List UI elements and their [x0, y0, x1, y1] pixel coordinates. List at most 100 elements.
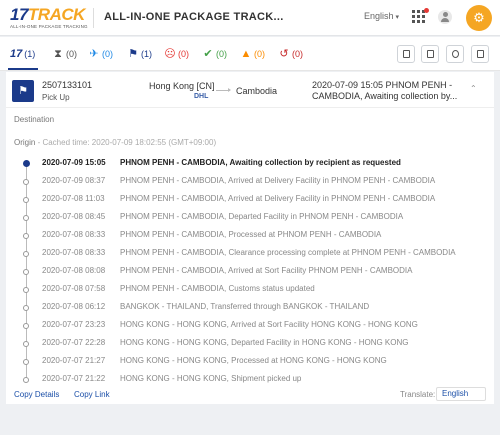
timeline-dot [23, 215, 29, 221]
translate-label: Translate: [400, 390, 436, 399]
app-title: ALL-IN-ONE PACKAGE TRACK... [104, 11, 284, 23]
timeline-dot [23, 179, 29, 185]
timeline-event: 2020-07-07 21:27 HONG KONG - HONG KONG, P… [6, 354, 494, 372]
event-description: BANGKOK - THAILAND, Transferred through … [120, 302, 370, 311]
event-description: PHNOM PENH - CAMBODIA, Clearance process… [120, 248, 456, 257]
event-time: 2020-07-07 23:23 [42, 320, 106, 329]
copy-details-link[interactable]: Copy Details [14, 390, 59, 399]
logo-text: 17TRACK [10, 5, 85, 24]
language-select[interactable]: English ▾ [364, 11, 399, 21]
timeline-event: 2020-07-08 08:33 PHNOM PENH - CAMBODIA, P… [6, 228, 494, 246]
package-card: ⚑ 2507133101 Pick Up Hong Kong [CN] DHL … [6, 72, 494, 404]
translate-value: English [442, 389, 469, 398]
timeline-event: 2020-07-08 08:08 PHNOM PENH - CAMBODIA, A… [6, 264, 494, 282]
top-bar: 17TRACK ALL-IN-ONE PACKAGE TRACKING ALL-… [0, 0, 500, 36]
origin-info: Origin - Cached time: 2020-07-09 18:02:5… [14, 138, 216, 147]
timeline-event: 2020-07-07 23:23 HONG KONG - HONG KONG, A… [6, 318, 494, 336]
chevron-down-icon: ▾ [395, 14, 400, 21]
origin-country: Hong Kong [CN] [149, 81, 215, 91]
filter-alert[interactable]: ▲ (0) [240, 47, 265, 61]
expand-icon [477, 50, 484, 58]
translate-select[interactable]: English [436, 387, 486, 401]
extension-icon[interactable]: ⚙ [466, 5, 492, 31]
tracking-number[interactable]: 2507133101 [42, 80, 92, 90]
timeline-event: 2020-07-09 08:37 PHNOM PENH - CAMBODIA, A… [6, 174, 494, 192]
filter-not-found[interactable]: ⧗ (0) [52, 47, 77, 61]
timeline-event: 2020-07-08 08:45 PHNOM PENH - CAMBODIA, D… [6, 210, 494, 228]
filter-all[interactable]: 17 (1) [10, 47, 35, 61]
timeline-dot [23, 269, 29, 275]
timeline-event: 2020-07-08 07:58 PHNOM PENH - CAMBODIA, C… [6, 282, 494, 300]
filter-count: (1) [24, 49, 36, 59]
timeline-event: 2020-07-08 08:33 PHNOM PENH - CAMBODIA, C… [6, 246, 494, 264]
user-icon[interactable] [438, 10, 452, 24]
destination-tab[interactable]: Destination [14, 115, 54, 124]
filter-delivered[interactable]: ✔ (0) [202, 47, 227, 61]
event-time: 2020-07-07 21:22 [42, 374, 106, 383]
timeline-dot [23, 341, 29, 347]
refresh-icon [452, 50, 459, 58]
history-icon: ↺ [279, 48, 289, 60]
event-description: PHNOM PENH - CAMBODIA, Processed at PHNO… [120, 230, 382, 239]
timeline-dot [23, 305, 29, 311]
expand-button[interactable] [471, 45, 489, 63]
check-icon: ✔ [203, 48, 213, 60]
event-time: 2020-07-08 11:03 [42, 194, 105, 203]
event-time: 2020-07-08 08:33 [42, 248, 106, 257]
timeline-dot [23, 377, 29, 383]
warning-icon: ▲ [240, 48, 252, 60]
copy-link-link[interactable]: Copy Link [74, 390, 110, 399]
timeline-event: 2020-07-09 15:05 PHNOM PENH - CAMBODIA, A… [6, 156, 494, 174]
copy-icon [403, 50, 410, 58]
card-footer: Copy Details Copy Link Translate: Englis… [6, 386, 494, 404]
event-time: 2020-07-09 08:37 [42, 176, 106, 185]
flag-icon: ⚑ [128, 48, 138, 60]
logo[interactable]: 17TRACK ALL-IN-ONE PACKAGE TRACKING [10, 6, 88, 32]
event-description: PHNOM PENH - CAMBODIA, Awaiting collecti… [120, 158, 401, 167]
filter-expired[interactable]: ↺ (0) [278, 47, 303, 61]
event-time: 2020-07-08 08:45 [42, 212, 106, 221]
event-description: PHNOM PENH - CAMBODIA, Arrived at Delive… [120, 194, 436, 203]
timeline-event: 2020-07-08 11:03 PHNOM PENH - CAMBODIA, A… [6, 192, 494, 210]
pick-up-flag-icon: ⚑ [12, 80, 34, 102]
language-label: English [364, 11, 394, 21]
timeline-dot [23, 251, 29, 257]
latest-event: 2020-07-09 15:05 PHNOM PENH - CAMBODIA, … [312, 80, 462, 102]
active-tab-indicator [8, 68, 38, 70]
hourglass-icon: ⧗ [54, 48, 62, 60]
filter-undelivered[interactable]: ☹ (0) [164, 47, 189, 61]
event-description: HONG KONG - HONG KONG, Shipment picked u… [120, 374, 302, 383]
event-description: PHNOM PENH - CAMBODIA, Customs status up… [120, 284, 315, 293]
event-time: 2020-07-08 08:08 [42, 266, 106, 275]
refresh-button[interactable] [446, 45, 464, 63]
all-icon: 17 [10, 48, 23, 60]
timeline-dot [23, 287, 29, 293]
collapse-toggle-icon[interactable]: ⌃ [470, 84, 477, 93]
timeline-event: 2020-07-07 22:28 HONG KONG - HONG KONG, D… [6, 336, 494, 354]
filter-pick-up[interactable]: ⚑ (1) [127, 47, 152, 61]
notification-dot [424, 8, 429, 13]
timeline-dot [23, 197, 29, 203]
origin-tab[interactable]: Origin [14, 138, 35, 147]
sad-face-icon: ☹ [164, 48, 176, 60]
route-arrow-icon [216, 88, 231, 92]
event-time: 2020-07-08 08:33 [42, 230, 106, 239]
package-summary-row[interactable]: ⚑ 2507133101 Pick Up Hong Kong [CN] DHL … [6, 72, 494, 108]
cached-time: - Cached time: 2020-07-09 18:02:55 (GMT+… [35, 138, 217, 147]
destination-country: Cambodia [236, 86, 278, 96]
event-description: HONG KONG - HONG KONG, Arrived at Sort F… [120, 320, 418, 329]
filter-count: (0) [178, 49, 189, 59]
copy-button[interactable] [397, 45, 415, 63]
filter-count: (1) [141, 49, 152, 59]
event-time: 2020-07-07 21:27 [42, 356, 106, 365]
timeline-dot-current [23, 160, 30, 167]
duplicate-icon [427, 50, 434, 58]
carrier-name[interactable]: DHL [194, 93, 208, 100]
event-description: HONG KONG - HONG KONG, Processed at HONG… [120, 356, 387, 365]
status-filter-bar: 17 (1) ⧗ (0) ✈ (0) ⚑ (1) ☹ (0) ✔ (0) ▲ (0) ↺ (0) [0, 37, 500, 71]
filter-in-transit[interactable]: ✈ (0) [88, 47, 113, 61]
event-description: PHNOM PENH - CAMBODIA, Departed Facility… [120, 212, 404, 221]
timeline-dot [23, 323, 29, 329]
duplicate-button[interactable] [421, 45, 439, 63]
filter-count: (0) [254, 49, 265, 59]
